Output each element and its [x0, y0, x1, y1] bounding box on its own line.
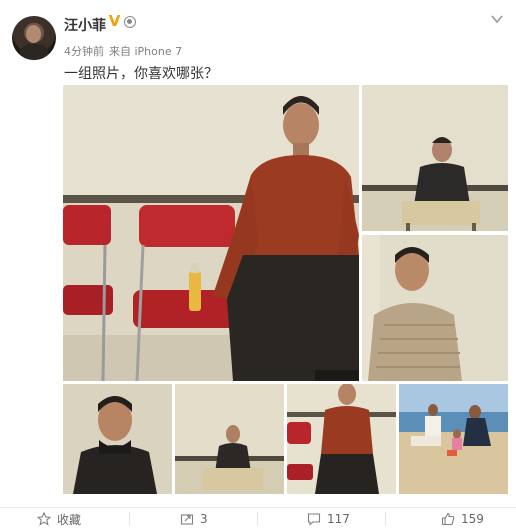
photo-6[interactable]: [287, 384, 396, 494]
action-divider: [257, 512, 258, 526]
favorite-button[interactable]: 收藏: [37, 510, 81, 528]
like-count: 159: [461, 512, 484, 526]
repost-count: 3: [200, 512, 208, 526]
post-time[interactable]: 4分钟前: [64, 45, 104, 58]
photo-7[interactable]: [399, 384, 508, 494]
post-text: 一组照片，你喜欢哪张？: [64, 66, 218, 82]
post-meta: 4分钟前 来自 iPhone 7: [64, 43, 187, 59]
photo-4[interactable]: [63, 384, 172, 494]
photo-2[interactable]: [362, 85, 508, 231]
post-source: 来自 iPhone 7: [109, 45, 183, 58]
avatar-face: [26, 25, 41, 43]
thumbs-up-icon: [441, 512, 455, 526]
post-header: 汪小菲 V 4分钟前 来自 iPhone 7 一组照片，你喜欢哪张？: [0, 0, 516, 84]
action-divider: [385, 512, 386, 526]
comment-count: 117: [327, 512, 350, 526]
photo-3[interactable]: [362, 235, 508, 381]
comment-icon: [307, 513, 321, 526]
favorite-label: 收藏: [57, 512, 82, 527]
verified-v-badge: V: [108, 12, 121, 30]
avatar-body: [20, 44, 48, 60]
action-bar: 收藏 3 117 159: [0, 507, 516, 528]
chevron-down-icon[interactable]: [490, 12, 504, 26]
photo-1[interactable]: [63, 85, 359, 381]
action-divider: [129, 512, 130, 526]
user-avatar[interactable]: [12, 16, 56, 60]
comment-button[interactable]: 117: [307, 510, 350, 528]
author-name[interactable]: 汪小菲: [64, 15, 106, 35]
repost-icon: [180, 514, 194, 525]
member-icon[interactable]: [124, 16, 136, 28]
photo-5[interactable]: [175, 384, 284, 494]
repost-button[interactable]: 3: [180, 510, 208, 528]
like-button[interactable]: 159: [441, 510, 484, 528]
star-icon: [37, 512, 51, 526]
